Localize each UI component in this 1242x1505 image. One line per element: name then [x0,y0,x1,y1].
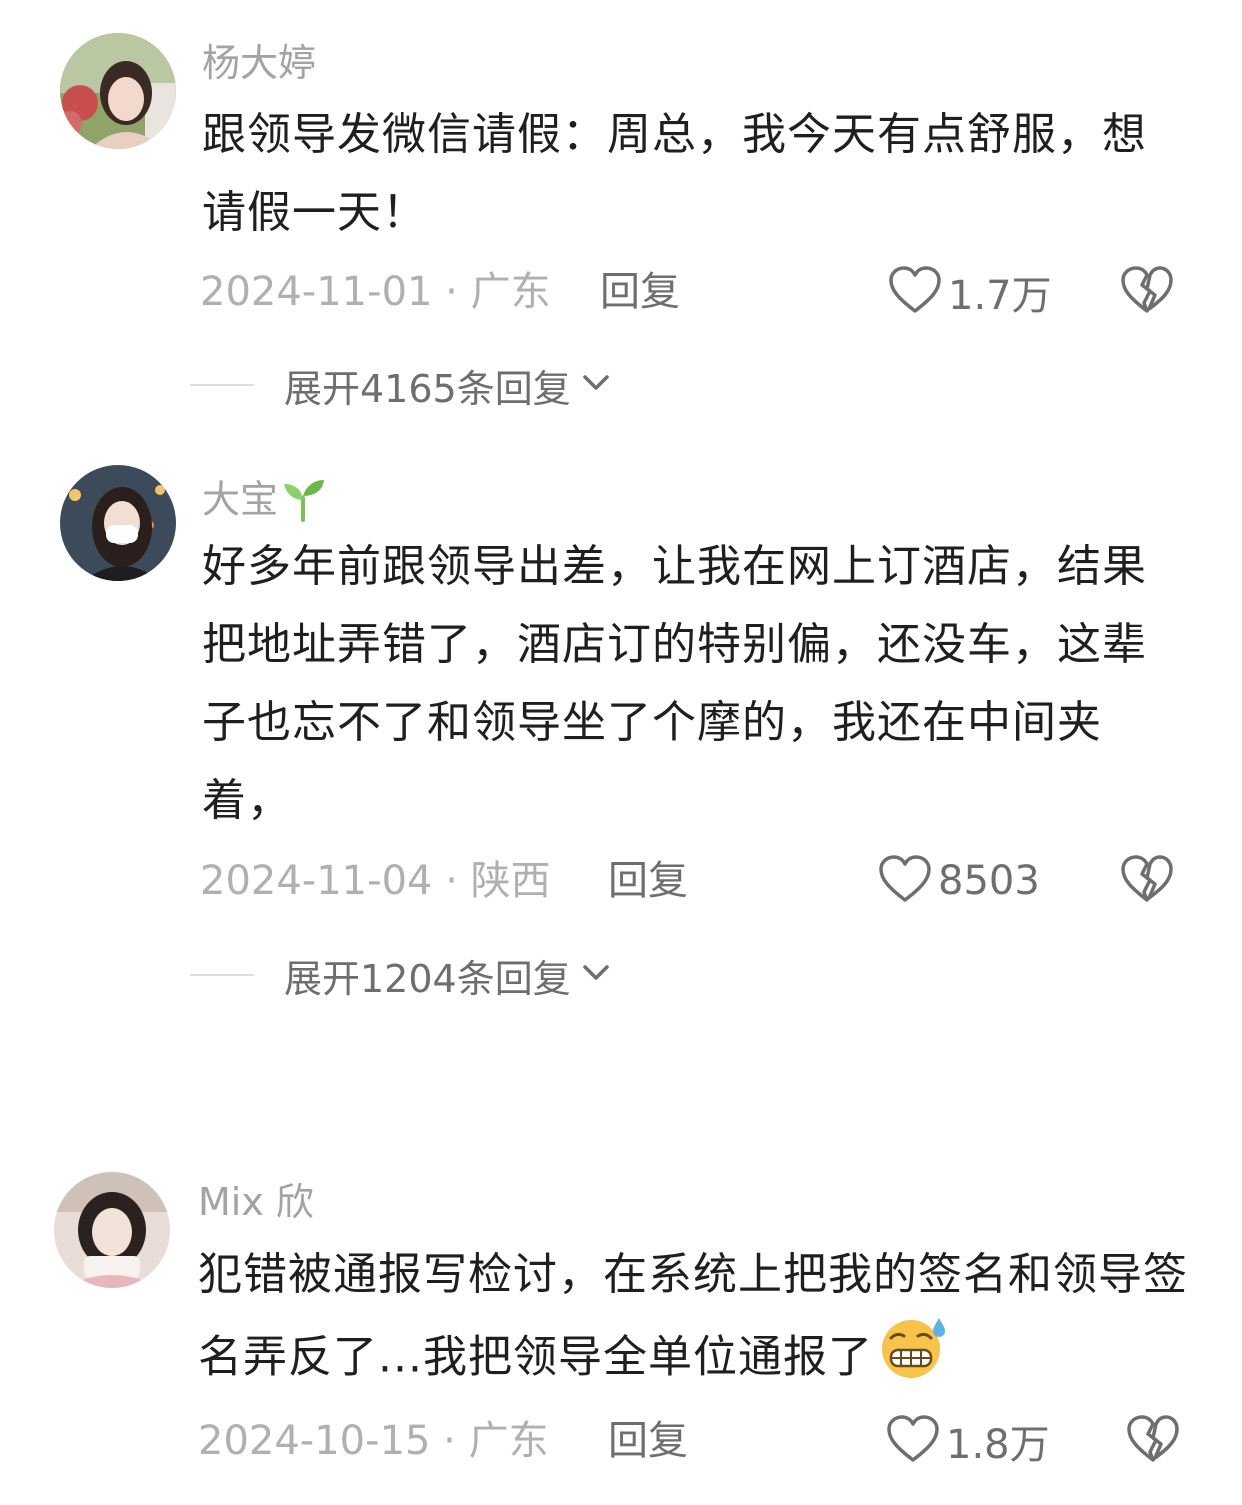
comment-text: 跟领导发微信请假：周总，我今天有点舒服，想请假一天！ [202,109,1147,238]
divider [190,974,254,976]
like-count: 8503 [938,858,1040,904]
comment-date-location: 2024-11-01 · 广东 [200,269,551,315]
comment-text-content: 犯错被通报写检讨，在系统上把我的签名和领导签名弄反了...我把领导全单位通报了 [198,1249,1188,1383]
avatar[interactable] [54,1172,170,1288]
reply-button[interactable]: 回复 [600,262,680,322]
username[interactable]: 杨大婷 [202,44,316,82]
like-count: 1.7万 [948,273,1052,319]
chevron-down-icon [581,963,611,987]
like-button[interactable]: 8503 [878,851,1040,911]
reply-button[interactable]: 回复 [608,1411,688,1471]
expand-replies-label: 展开1204条回复 [284,956,571,1001]
username-text: 大宝 [202,477,279,522]
heart-icon [886,1414,940,1468]
dislike-button[interactable] [1120,854,1174,908]
grimacing-sweat-emoji-icon [877,1314,949,1405]
comment-text: 好多年前跟领导出差，让我在网上订酒店，结果把地址弄错了，酒店订的特别偏，还没车，… [202,541,1147,826]
comment-date-location: 2024-10-15 · 广东 [198,1418,549,1464]
broken-heart-icon [1126,1415,1180,1468]
broken-heart-icon [1120,266,1174,319]
like-button[interactable]: 1.7万 [888,262,1052,322]
expand-replies-button[interactable]: 展开1204条回复 [190,945,611,1005]
like-count: 1.8万 [946,1422,1050,1468]
sprout-icon [280,476,326,528]
heart-icon [888,265,942,319]
divider [190,384,254,386]
username[interactable]: 大宝 [202,476,326,528]
heart-icon [878,854,932,908]
dislike-button[interactable] [1120,265,1174,319]
expand-replies-button[interactable]: 展开4165条回复 [190,355,611,415]
username[interactable]: Mix 欣 [198,1183,314,1221]
reply-button[interactable]: 回复 [608,851,688,911]
avatar[interactable] [60,33,176,149]
chevron-down-icon [581,373,611,397]
comment-date-location: 2024-11-04 · 陕西 [200,858,551,904]
broken-heart-icon [1120,855,1174,908]
dislike-button[interactable] [1126,1414,1180,1468]
like-button[interactable]: 1.8万 [886,1411,1050,1471]
comment-text: 犯错被通报写检讨，在系统上把我的签名和领导签名弄反了...我把领导全单位通报了 [198,1236,1188,1405]
avatar[interactable] [60,465,176,581]
expand-replies-label: 展开4165条回复 [284,366,571,411]
